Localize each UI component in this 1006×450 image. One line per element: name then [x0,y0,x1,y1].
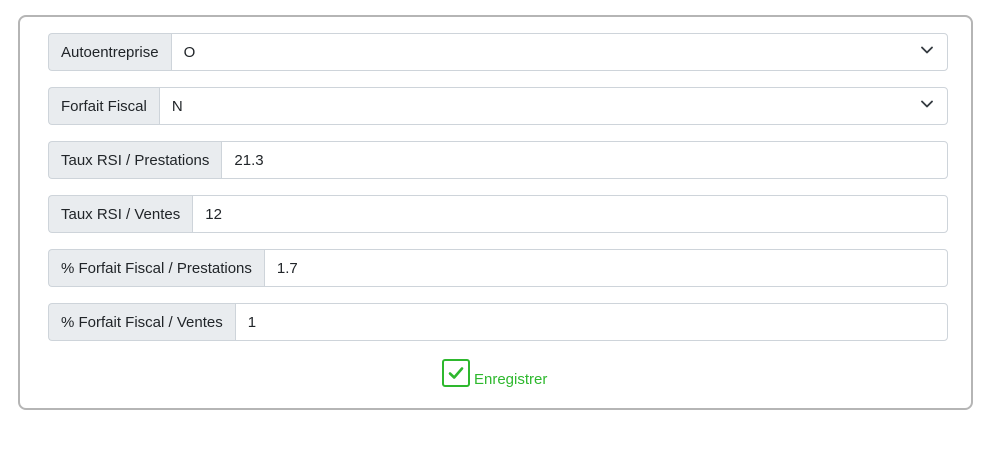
autoentreprise-select[interactable]: O [170,33,948,71]
taux-rsi-ventes-label: Taux RSI / Ventes [48,195,193,233]
forfait-fiscal-select[interactable]: N [158,87,948,125]
autoentreprise-value: O [183,43,196,61]
forfait-fiscal-prestations-value: 1.7 [276,259,298,277]
forfait-fiscal-ventes-label: % Forfait Fiscal / Ventes [48,303,235,341]
forfait-fiscal-ventes-value: 1 [247,313,257,331]
forfait-fiscal-ventes-input[interactable]: 1 [234,303,948,341]
forfait-fiscal-prestations-group: % Forfait Fiscal / Prestations 1.7 [48,249,948,287]
forfait-fiscal-group: Forfait Fiscal N [48,87,948,125]
autoentreprise-label: Autoentreprise [48,33,171,71]
taux-rsi-prestations-label: Taux RSI / Prestations [48,141,222,179]
taux-rsi-prestations-value: 21.3 [234,151,264,169]
taux-rsi-ventes-value: 12 [205,205,222,223]
chevron-down-icon [921,100,933,108]
forfait-fiscal-label: Forfait Fiscal [48,87,159,125]
forfait-fiscal-ventes-group: % Forfait Fiscal / Ventes 1 [48,303,948,341]
save-button[interactable]: Enregistrer [442,359,548,388]
taux-rsi-prestations-input[interactable]: 21.3 [221,141,948,179]
taux-rsi-ventes-input[interactable]: 12 [192,195,948,233]
taux-rsi-ventes-group: Taux RSI / Ventes 12 [48,195,948,233]
taux-rsi-prestations-group: Taux RSI / Prestations 21.3 [48,141,948,179]
check-icon [442,359,470,387]
save-label: Enregistrer [474,371,548,388]
forfait-fiscal-value: N [171,97,183,115]
forfait-fiscal-prestations-input[interactable]: 1.7 [263,249,948,287]
settings-card: Autoentreprise O Forfait Fiscal N Taux R… [18,15,973,410]
forfait-fiscal-prestations-label: % Forfait Fiscal / Prestations [48,249,264,287]
autoentreprise-group: Autoentreprise O [48,33,948,71]
chevron-down-icon [921,46,933,54]
